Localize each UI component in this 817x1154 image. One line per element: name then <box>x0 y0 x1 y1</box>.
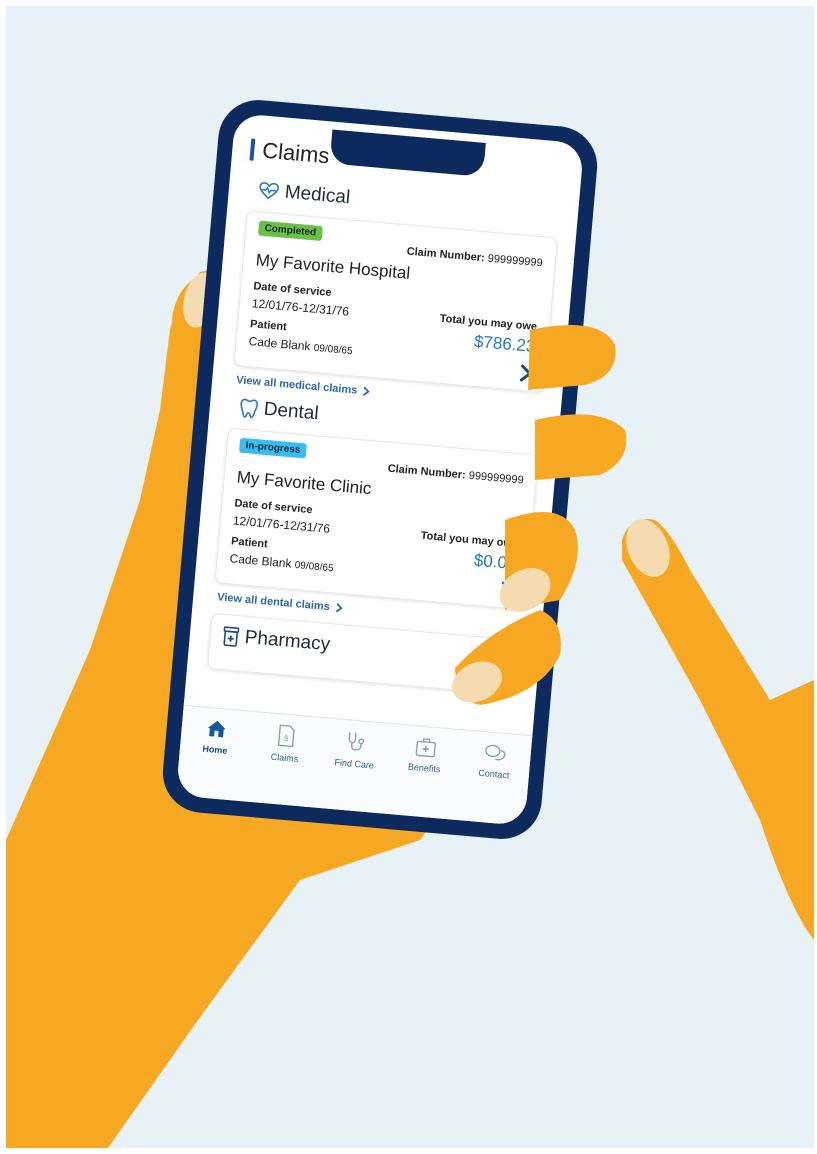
finger-2 <box>535 414 627 480</box>
illustration-scene: Claims Medical Completed Claim Number: 9… <box>0 0 817 1154</box>
finger-1 <box>528 325 616 390</box>
pointing-finger <box>622 519 814 940</box>
holding-hand-fingers <box>452 325 814 940</box>
